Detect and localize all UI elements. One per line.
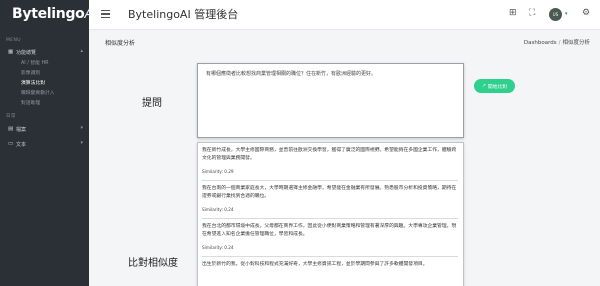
app-logo[interactable]: BytelingoAI xyxy=(0,0,98,30)
app-title: BytelingoAI 管理後台 xyxy=(128,8,239,21)
sidebar-item-files[interactable]: ▤ 檔案 ▾ xyxy=(0,124,89,134)
sidebar-subitem-ai-hr[interactable]: AI / 智能 HR xyxy=(0,57,89,67)
results-panel[interactable]: 我在新竹成長，大學主修國際商務，並曾前往歐洲交換學習，獲得了廣泛的國際視野。希望… xyxy=(197,142,464,286)
sidebar-subitem-algorithm-compare[interactable]: 演算法比對 xyxy=(0,77,89,87)
folder-icon: ▤ xyxy=(8,126,14,132)
similarity-score: Similarity: 0.24 xyxy=(202,245,458,250)
similarity-value: 0.24 xyxy=(224,207,234,212)
question-text: 有哪個應徵者比較想找商業管理相關的職位？住在新竹，有歐洲經驗的更好。 xyxy=(206,71,377,77)
sidebar: BytelingoAI MENU ▦ 功能總覽 ▴ AI / 智能 HR 影像識… xyxy=(0,0,98,286)
sidebar-item-label: 功能總覽 xyxy=(16,49,37,56)
question-label: 提問 xyxy=(142,98,162,109)
similarity-value: 0.29 xyxy=(224,169,234,174)
similarity-prefix: Similarity: xyxy=(202,207,223,212)
question-input[interactable]: 有哪個應徵者比較想找商業管理相關的職位？住在新竹，有歐洲經驗的更好。 xyxy=(197,63,464,138)
result-text: 我在台南的一個商業家庭長大，大學時期選擇主修金融學，希望能在金融業有所發展。熟悉… xyxy=(202,186,457,199)
similarity-score: Similarity: 0.29 xyxy=(202,169,458,174)
sidebar-item-label: 文本 xyxy=(16,141,27,148)
logo-text: Bytelingo xyxy=(12,6,85,22)
similarity-score: Similarity: 0.24 xyxy=(202,207,458,212)
menu-toggle-icon[interactable] xyxy=(101,10,110,18)
qr-scan-icon[interactable]: ⊞ xyxy=(509,9,517,18)
breadcrumb-link-dashboards[interactable]: Dashboards xyxy=(524,40,557,46)
gear-icon[interactable]: ⚙ xyxy=(582,9,590,18)
result-item: 我在台北的都市環境中成長，父母都在商界工作，因此從小便對商業策略和管理有著深厚的… xyxy=(198,219,463,257)
sidebar-item-text[interactable]: ▭ 文本 ▾ xyxy=(0,139,89,149)
similarity-prefix: Similarity: xyxy=(202,245,223,250)
breadcrumb-separator: / xyxy=(558,40,561,46)
sidebar-item-overview[interactable]: ▦ 功能總覽 ▴ xyxy=(0,47,89,57)
grid-icon: ▦ xyxy=(8,49,14,55)
page-title: 相似度分析 xyxy=(105,40,136,47)
breadcrumb-current: 相似度分析 xyxy=(562,40,590,46)
start-compare-button[interactable]: ↗ 開始比對 xyxy=(474,79,515,93)
start-compare-label: 開始比對 xyxy=(487,84,508,90)
result-text: 出生於新竹的我，從小對科技和程式充滿好奇，大學主修資訊工程，並於學期間參與了許多… xyxy=(202,262,428,267)
avatar[interactable]: US xyxy=(549,8,562,21)
chevron-down-icon: ▾ xyxy=(80,140,83,146)
chevron-down-icon[interactable]: ▾ xyxy=(565,11,568,17)
sidebar-subitem-chat-assistant[interactable]: 對話助理 xyxy=(0,97,89,107)
result-item: 出生於新竹的我，從小對科技和程式充滿好奇，大學主修資訊工程，並於學期間參與了許多… xyxy=(198,257,463,269)
sidebar-item-label: 檔案 xyxy=(16,126,27,133)
similarity-value: 0.24 xyxy=(224,245,234,250)
topbar: BytelingoAI 管理後台 ⊞ ⛶ US ▾ ⚙ xyxy=(89,0,600,30)
sidebar-subitem-image-recognition[interactable]: 影像識別 xyxy=(0,67,89,77)
result-text: 我在台北的都市環境中成長，父母都在商界工作，因此從小便對商業策略和管理有著深厚的… xyxy=(202,224,457,237)
result-item: 我在新竹成長，大學主修國際商務，並曾前往歐洲交換學習，獲得了廣泛的國際視野。希望… xyxy=(198,143,463,181)
document-icon: ▭ xyxy=(8,141,14,147)
sidebar-subitem-job-variance[interactable]: 職缺變異數計入 xyxy=(0,87,89,97)
results-label: 比對相似度 xyxy=(128,258,178,269)
chevron-down-icon: ▾ xyxy=(80,125,83,131)
fullscreen-icon[interactable]: ⛶ xyxy=(529,9,535,18)
breadcrumb: Dashboards / 相似度分析 xyxy=(524,38,590,46)
chevron-up-icon: ▴ xyxy=(80,48,83,54)
similarity-prefix: Similarity: xyxy=(202,169,223,174)
result-item: 我在台南的一個商業家庭長大，大學時期選擇主修金融學，希望能在金融業有所發展。熟悉… xyxy=(198,181,463,219)
result-text: 我在新竹成長，大學主修國際商務，並曾前往歐洲交換學習，獲得了廣泛的國際視野。希望… xyxy=(202,148,457,161)
trend-icon: ↗ xyxy=(481,83,486,89)
